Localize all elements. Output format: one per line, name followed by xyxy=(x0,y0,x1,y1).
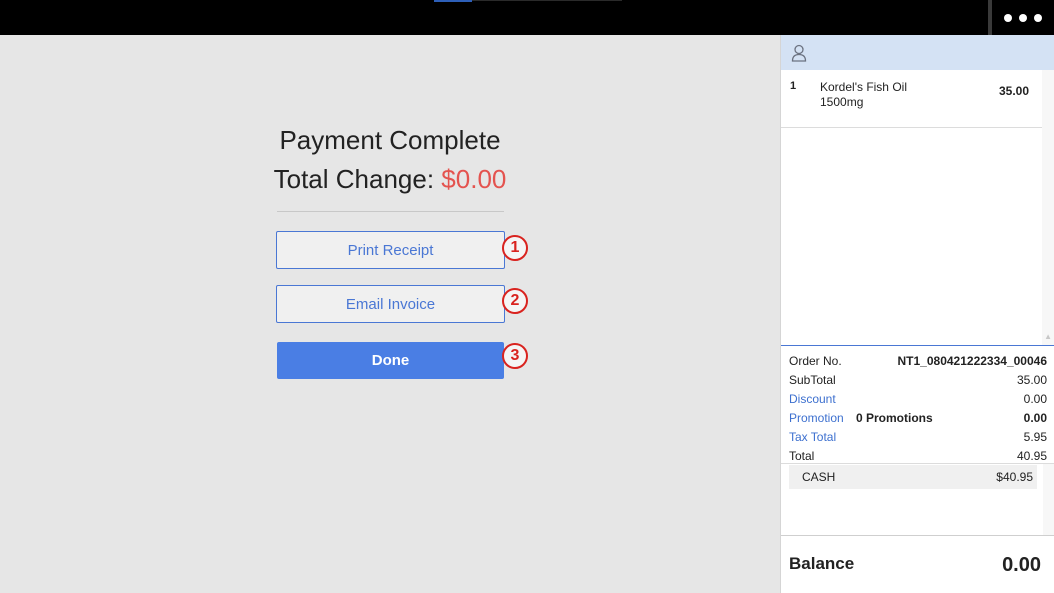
promotion-count: 0 Promotions xyxy=(856,411,933,425)
balance-label: Balance xyxy=(789,554,855,573)
step-badge-3: 3 xyxy=(502,343,528,369)
list-item[interactable]: 1 Kordel's Fish Oil 1500mg 35.00 xyxy=(781,70,1043,128)
more-horizontal-icon xyxy=(1004,13,1012,22)
order-number-label: Order No. xyxy=(789,354,842,368)
tax-total-link[interactable]: Tax Total xyxy=(789,430,836,444)
payments-scrollbar[interactable] xyxy=(1043,464,1054,536)
promotion-row: Promotion 0 Promotions 0.00 xyxy=(781,410,1054,429)
discount-link[interactable]: Discount xyxy=(789,392,836,406)
items-scrollbar[interactable]: ▲ xyxy=(1042,70,1054,345)
more-horizontal-icon xyxy=(1019,13,1027,22)
step-badge-2: 2 xyxy=(502,288,528,314)
total-change: Total Change: $0.00 xyxy=(0,164,780,195)
payments-list: CASH $40.95 xyxy=(781,463,1054,536)
tab-indicator xyxy=(434,0,472,2)
total-change-amount: $0.00 xyxy=(441,164,507,194)
tab-indicator-track xyxy=(472,0,622,1)
page-title: Payment Complete xyxy=(279,125,501,155)
discount-row: Discount 0.00 xyxy=(781,391,1054,410)
total-value: 40.95 xyxy=(1016,449,1047,463)
balance-row: Balance 0.00 xyxy=(781,535,1054,593)
total-change-label: Total Change: xyxy=(273,164,435,194)
payment-method: CASH xyxy=(802,470,836,484)
payment-amount: $40.95 xyxy=(996,470,1033,484)
step-badge-1: 1 xyxy=(502,235,528,261)
more-horizontal-icon xyxy=(1034,13,1042,22)
subtotal-row: SubTotal 35.00 xyxy=(781,372,1054,391)
print-receipt-button[interactable]: Print Receipt xyxy=(276,231,505,269)
discount-value: 0.00 xyxy=(1023,392,1047,406)
cart-items-list: 1 Kordel's Fish Oil 1500mg 35.00 xyxy=(781,70,1054,345)
user-icon[interactable] xyxy=(791,44,807,62)
promotion-value: 0.00 xyxy=(1023,411,1047,425)
subtotal-label: SubTotal xyxy=(789,373,836,387)
top-bar xyxy=(0,0,1054,35)
order-sidebar: 1 Kordel's Fish Oil 1500mg 35.00 ▲ Order… xyxy=(780,35,1054,593)
total-label: Total xyxy=(789,449,815,463)
done-button[interactable]: Done xyxy=(277,342,504,379)
subtotal-value: 35.00 xyxy=(1016,373,1047,387)
email-invoice-button[interactable]: Email Invoice xyxy=(276,285,505,323)
order-number-value: NT1_080421222334_00046 xyxy=(897,354,1047,368)
divider xyxy=(277,211,504,212)
customer-header[interactable] xyxy=(781,35,1054,70)
item-quantity: 1 xyxy=(790,80,797,92)
order-totals: Order No. NT1_080421222334_00046 SubTota… xyxy=(781,345,1054,467)
tax-total-value: 5.95 xyxy=(1023,430,1047,444)
item-price: 35.00 xyxy=(998,84,1029,98)
balance-value: 0.00 xyxy=(1002,554,1041,576)
promotion-link[interactable]: Promotion xyxy=(789,411,844,425)
scroll-down-icon[interactable]: ▲ xyxy=(1044,332,1052,341)
item-name: Kordel's Fish Oil 1500mg xyxy=(820,80,907,109)
more-menu-button[interactable] xyxy=(992,0,1054,35)
payment-main-panel: Payment Complete Total Change: $0.00 Pri… xyxy=(0,35,780,593)
tax-row: Tax Total 5.95 xyxy=(781,429,1054,448)
order-number-row: Order No. NT1_080421222334_00046 xyxy=(781,353,1054,372)
payment-row[interactable]: CASH $40.95 xyxy=(789,465,1037,489)
